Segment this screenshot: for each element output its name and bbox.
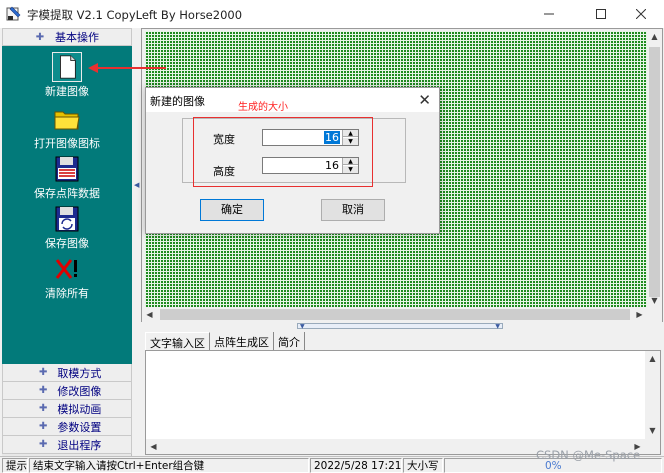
tool-clear-all[interactable]: 清除所有 (2, 254, 132, 302)
folder-icon (54, 111, 80, 130)
expand-icon: ✚ (35, 31, 45, 43)
canvas-horizontal-scrollbar[interactable]: ◀ ▶ (142, 307, 647, 322)
width-spinner[interactable]: 16 ▲ ▼ (262, 129, 359, 146)
tool-panel: 新建图像 打开图像图标 保存点阵数据 保存图像 清除所有 (2, 46, 132, 391)
collapse-left-icon: ◀ (134, 181, 140, 189)
expand-icon: ✚ (39, 403, 48, 414)
tool-label: 保存点阵数据 (34, 187, 100, 200)
tab-matrix-output[interactable]: 点阵生成区 (210, 332, 274, 350)
section-settings[interactable]: ✚ 参数设置 (2, 418, 132, 436)
text-input-area[interactable]: ▲ ▼ ◀ ▶ (145, 350, 661, 455)
minimize-icon (544, 13, 554, 15)
section-basic-label: 基本操作 (55, 31, 99, 44)
new-page-icon (52, 52, 82, 82)
vertical-splitter[interactable]: ◀ (133, 28, 141, 456)
close-button[interactable] (618, 0, 664, 28)
status-caps: 大小写 (403, 458, 443, 473)
ok-button[interactable]: 确定 (200, 199, 264, 221)
tab-intro[interactable]: 简介 (274, 332, 305, 350)
tool-label: 新建图像 (45, 85, 89, 98)
close-icon (636, 9, 646, 19)
scroll-up-icon[interactable]: ▲ (647, 29, 662, 44)
bottom-tabs: 文字输入区 点阵生成区 简介 (145, 332, 305, 350)
width-value[interactable]: 16 (324, 131, 340, 144)
section-label: 修改图像 (57, 384, 102, 398)
cancel-button[interactable]: 取消 (321, 199, 385, 221)
scroll-down-icon[interactable]: ▼ (647, 293, 662, 308)
tool-label: 保存图像 (45, 237, 89, 250)
horizontal-splitter[interactable]: ▼ ▼ (141, 322, 663, 330)
floppy-save-data-icon (55, 156, 79, 182)
scroll-left-icon[interactable]: ◀ (142, 307, 157, 322)
expand-icon: ✚ (39, 367, 48, 378)
window-title: 字模提取 V2.1 CopyLeft By Horse2000 (27, 8, 243, 22)
scroll-thumb[interactable] (649, 47, 660, 297)
section-label: 模拟动画 (57, 402, 102, 416)
title-bar: 字模提取 V2.1 CopyLeft By Horse2000 (0, 0, 664, 28)
height-value[interactable]: 16 (324, 159, 340, 172)
status-message: 结束文字输入请按Ctrl+Enter组合键 (29, 458, 309, 473)
dialog-title: 新建的图像 (150, 95, 205, 108)
section-label: 取模方式 (57, 366, 102, 380)
scroll-right-icon[interactable]: ▶ (632, 307, 647, 322)
spin-down-icon[interactable]: ▼ (343, 138, 358, 145)
clear-x-icon (55, 259, 77, 279)
watermark: CSDN @Me-Space (536, 448, 641, 462)
tool-save-data[interactable]: 保存点阵数据 (2, 154, 132, 202)
splitter-grip[interactable]: ▼ ▼ (297, 323, 503, 330)
tool-label: 清除所有 (45, 287, 89, 300)
dialog-close-icon[interactable]: ✕ (418, 91, 431, 109)
scroll-thumb[interactable] (160, 309, 630, 320)
section-modify-image[interactable]: ✚ 修改图像 (2, 382, 132, 400)
width-label: 宽度 (213, 133, 235, 146)
height-spinner[interactable]: 16 ▲ ▼ (262, 157, 359, 174)
dialog-title-bar: 新建的图像 ✕ (146, 88, 439, 112)
scroll-down-icon[interactable]: ▼ (645, 423, 660, 438)
tool-label: 打开图像图标 (34, 137, 100, 150)
left-panel: ✚ 基本操作 新建图像 打开图像图标 保存点阵数据 保存图像 清除所有 ✚ 取模… (2, 28, 132, 456)
app-window: 字模提取 V2.1 CopyLeft By Horse2000 ✚ 基本操作 新… (0, 0, 664, 473)
section-animation[interactable]: ✚ 模拟动画 (2, 400, 132, 418)
annotation-arrow-icon (88, 63, 166, 73)
minimize-button[interactable] (526, 0, 572, 28)
expand-icon: ✚ (39, 421, 48, 432)
spin-up-icon[interactable]: ▲ (343, 130, 358, 137)
height-label: 高度 (213, 165, 235, 178)
section-label: 退出程序 (57, 438, 102, 452)
spin-up-icon[interactable]: ▲ (343, 158, 358, 165)
section-extract-mode[interactable]: ✚ 取模方式 (2, 364, 132, 382)
tool-open-image[interactable]: 打开图像图标 (2, 104, 132, 152)
status-hint-label: 提示 (2, 458, 28, 473)
expand-icon: ✚ (39, 439, 48, 450)
floppy-save-image-icon (55, 206, 79, 232)
scroll-up-icon[interactable]: ▲ (645, 351, 660, 366)
height-spin-buttons[interactable]: ▲ ▼ (342, 158, 358, 173)
section-label: 参数设置 (57, 420, 102, 434)
text-vertical-scrollbar[interactable]: ▲ ▼ (645, 351, 660, 454)
scroll-left-icon[interactable]: ◀ (146, 439, 161, 454)
app-icon (6, 6, 21, 21)
width-spin-buttons[interactable]: ▲ ▼ (342, 130, 358, 145)
new-image-dialog: 新建的图像 ✕ 生成的大小 宽度 16 ▲ ▼ 高度 16 ▲ ▼ 确定 取消 (145, 87, 440, 234)
tool-save-image[interactable]: 保存图像 (2, 204, 132, 252)
status-datetime: 2022/5/28 17:21:02 (310, 458, 402, 473)
section-basic-ops[interactable]: ✚ 基本操作 (2, 28, 132, 46)
section-exit[interactable]: ✚ 退出程序 (2, 436, 132, 454)
tab-text-input[interactable]: 文字输入区 (145, 332, 210, 350)
annotation-text: 生成的大小 (238, 102, 288, 113)
canvas-vertical-scrollbar[interactable]: ▲ ▼ (647, 29, 662, 308)
maximize-icon (596, 9, 606, 19)
expand-icon: ✚ (39, 385, 48, 396)
spin-down-icon[interactable]: ▼ (343, 166, 358, 173)
